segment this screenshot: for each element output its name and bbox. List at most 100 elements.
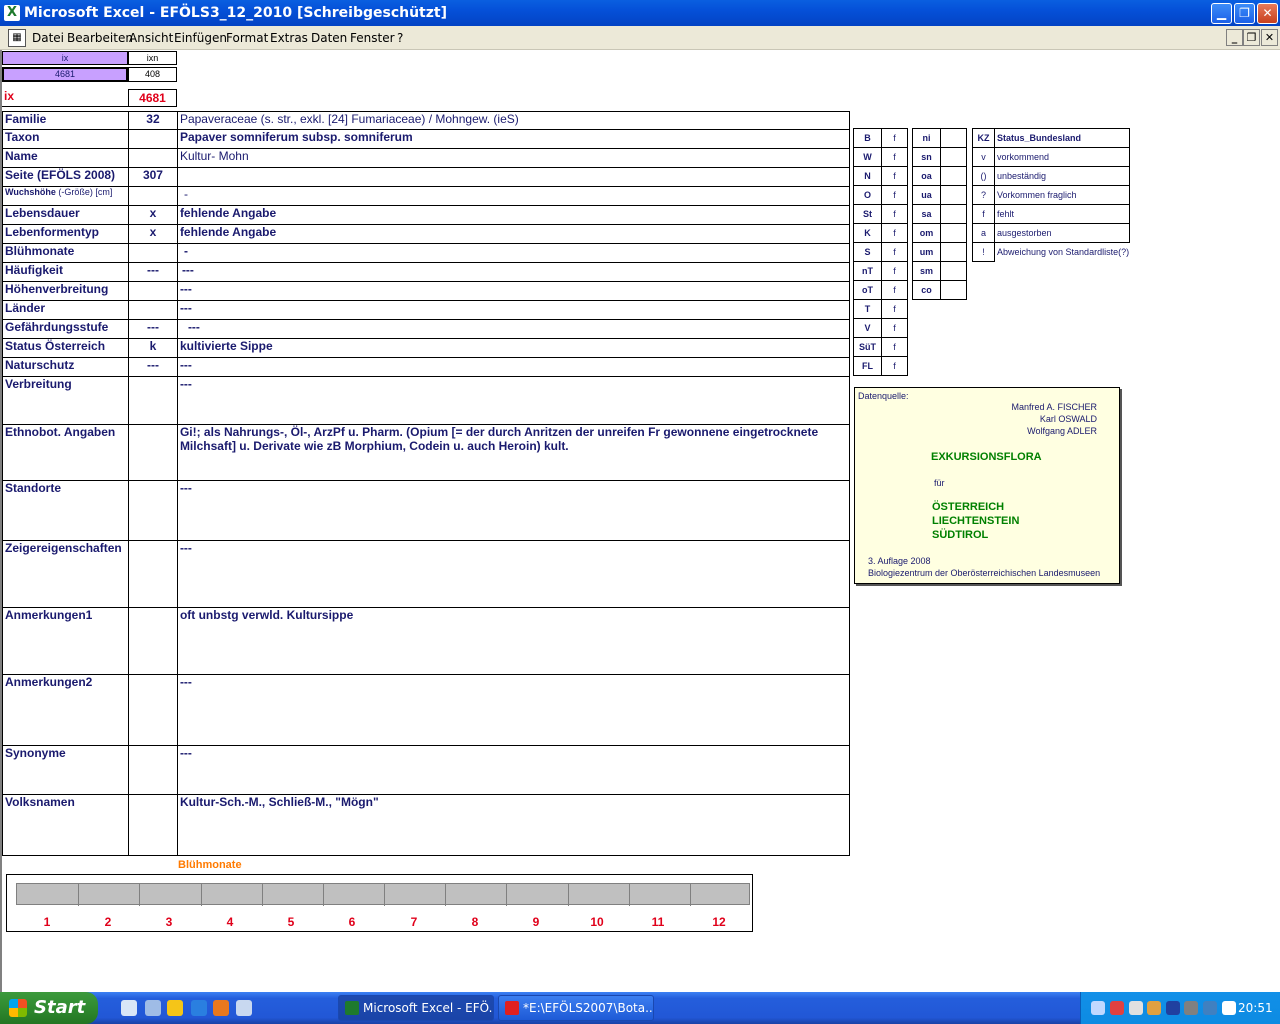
desktop-icon[interactable] <box>121 1000 137 1016</box>
security-icon[interactable] <box>1147 1001 1161 1015</box>
media-player-icon[interactable] <box>167 1000 183 1016</box>
row-label[interactable]: Häufigkeit <box>2 262 129 282</box>
doc-restore-button[interactable]: ❐ <box>1243 29 1260 46</box>
row-value[interactable]: - <box>176 186 851 206</box>
altitude-code[interactable]: ni <box>912 128 941 148</box>
menu-format[interactable]: Format <box>226 30 268 46</box>
row-value[interactable]: kultivierte Sippe <box>176 338 851 358</box>
row-code[interactable] <box>127 129 178 149</box>
row-value[interactable]: --- <box>176 480 851 541</box>
region-code[interactable]: O <box>853 185 882 205</box>
status-kz[interactable]: a <box>972 223 995 243</box>
row-value[interactable]: --- <box>176 262 851 282</box>
altitude-status[interactable] <box>940 128 967 148</box>
region-code[interactable]: SüT <box>853 337 882 357</box>
row-label[interactable]: Länder <box>2 300 129 320</box>
row-value[interactable]: --- <box>176 281 851 301</box>
region-code[interactable]: S <box>853 242 882 262</box>
region-status[interactable]: f <box>881 337 908 357</box>
row-label[interactable]: Familie <box>2 111 129 130</box>
task-excel[interactable]: Microsoft Excel - EFÖ... <box>338 995 494 1021</box>
internet-explorer-icon[interactable] <box>191 1000 207 1016</box>
row-code[interactable]: --- <box>127 357 178 377</box>
region-code[interactable]: nT <box>853 261 882 281</box>
firefox-icon[interactable] <box>213 1000 229 1016</box>
row-label[interactable]: Status Österreich <box>2 338 129 358</box>
status-text[interactable]: ausgestorben <box>994 223 1130 243</box>
row-label[interactable]: Lebenformentyp <box>2 224 129 244</box>
row-label[interactable]: Lebensdauer <box>2 205 129 225</box>
menu-datei[interactable]: Datei <box>32 30 64 46</box>
bloom-chart[interactable]: 1 2 3 4 5 6 7 8 9 10 11 12 <box>6 874 753 932</box>
row-code[interactable] <box>127 424 178 481</box>
restore-button[interactable]: ❐ <box>1234 3 1255 24</box>
row-label[interactable]: Zeigereigenschaften <box>2 540 129 608</box>
row-value[interactable]: --- <box>176 300 851 320</box>
region-status[interactable]: f <box>881 128 908 148</box>
row-code[interactable] <box>127 607 178 675</box>
shield-icon[interactable] <box>1166 1001 1180 1015</box>
region-status[interactable]: f <box>881 280 908 300</box>
language-icon[interactable] <box>1222 1001 1236 1015</box>
region-status[interactable]: f <box>881 223 908 243</box>
region-status[interactable]: f <box>881 166 908 186</box>
region-code[interactable]: oT <box>853 280 882 300</box>
search-icon[interactable] <box>1129 1001 1143 1015</box>
row-value[interactable]: --- <box>176 745 851 795</box>
row-code[interactable] <box>127 148 178 168</box>
row-code[interactable] <box>127 480 178 541</box>
region-code[interactable]: W <box>853 147 882 167</box>
row-label[interactable]: Gefährdungsstufe <box>2 319 129 339</box>
row-value[interactable]: Kultur-Sch.-M., Schließ-M., "Mögn" <box>176 794 851 856</box>
minimize-button[interactable]: ▁ <box>1211 3 1232 24</box>
region-status[interactable]: f <box>881 299 908 319</box>
row-value[interactable]: oft unbstg verwld. Kultursippe <box>176 607 851 675</box>
altitude-code[interactable]: oa <box>912 166 941 186</box>
row-code[interactable]: 307 <box>127 167 178 187</box>
altitude-code[interactable]: ua <box>912 185 941 205</box>
altitude-status[interactable] <box>940 147 967 167</box>
status-kz[interactable]: f <box>972 204 995 224</box>
status-text[interactable]: Abweichung von Standardliste(?) <box>995 243 1129 262</box>
row-code[interactable] <box>127 243 178 263</box>
row-value[interactable]: --- <box>176 540 851 608</box>
altitude-status[interactable] <box>940 261 967 281</box>
region-code[interactable]: FL <box>853 356 882 376</box>
altitude-status[interactable] <box>940 204 967 224</box>
row-label[interactable]: Höhenverbreitung <box>2 281 129 301</box>
row-value[interactable]: - <box>176 243 851 263</box>
menu-help[interactable]: ? <box>397 30 403 46</box>
status-kz[interactable]: () <box>972 166 995 186</box>
region-status[interactable]: f <box>881 147 908 167</box>
row-value[interactable]: Gi!; als Nahrungs-, Öl-, ArzPf u. Pharm.… <box>176 424 851 481</box>
altitude-status[interactable] <box>940 223 967 243</box>
status-text[interactable]: fehlt <box>994 204 1130 224</box>
row-code[interactable] <box>127 674 178 746</box>
altitude-code[interactable]: um <box>912 242 941 262</box>
ix-header-cell[interactable]: ix <box>2 51 128 65</box>
row-code[interactable]: k <box>127 338 178 358</box>
explorer-icon[interactable] <box>145 1000 161 1016</box>
row-code[interactable] <box>127 281 178 301</box>
row-code[interactable] <box>127 540 178 608</box>
row-code[interactable] <box>127 794 178 856</box>
row-code[interactable] <box>127 300 178 320</box>
status-text[interactable]: unbeständig <box>994 166 1130 186</box>
ixn-value-cell[interactable]: 408 <box>128 67 177 82</box>
row-label[interactable]: Synonyme <box>2 745 129 795</box>
status-text-header[interactable]: Status_Bundesland <box>994 128 1130 148</box>
row-label[interactable]: Anmerkungen2 <box>2 674 129 746</box>
row-value[interactable]: Papaveraceae (s. str., exkl. [24] Fumari… <box>176 111 851 130</box>
row-value[interactable]: --- <box>176 674 851 746</box>
row-code[interactable]: --- <box>127 262 178 282</box>
row-value[interactable]: fehlende Angabe <box>176 224 851 244</box>
altitude-status[interactable] <box>940 280 967 300</box>
altitude-status[interactable] <box>940 185 967 205</box>
menu-einfuegen[interactable]: Einfügen <box>174 30 227 46</box>
row-value[interactable]: Papaver somniferum subsp. somniferum <box>176 129 851 149</box>
altitude-code[interactable]: sn <box>912 147 941 167</box>
region-code[interactable]: K <box>853 223 882 243</box>
status-kz[interactable]: ! <box>972 242 995 262</box>
workbook-icon[interactable]: ▦ <box>8 29 26 47</box>
row-label[interactable]: Standorte <box>2 480 129 541</box>
